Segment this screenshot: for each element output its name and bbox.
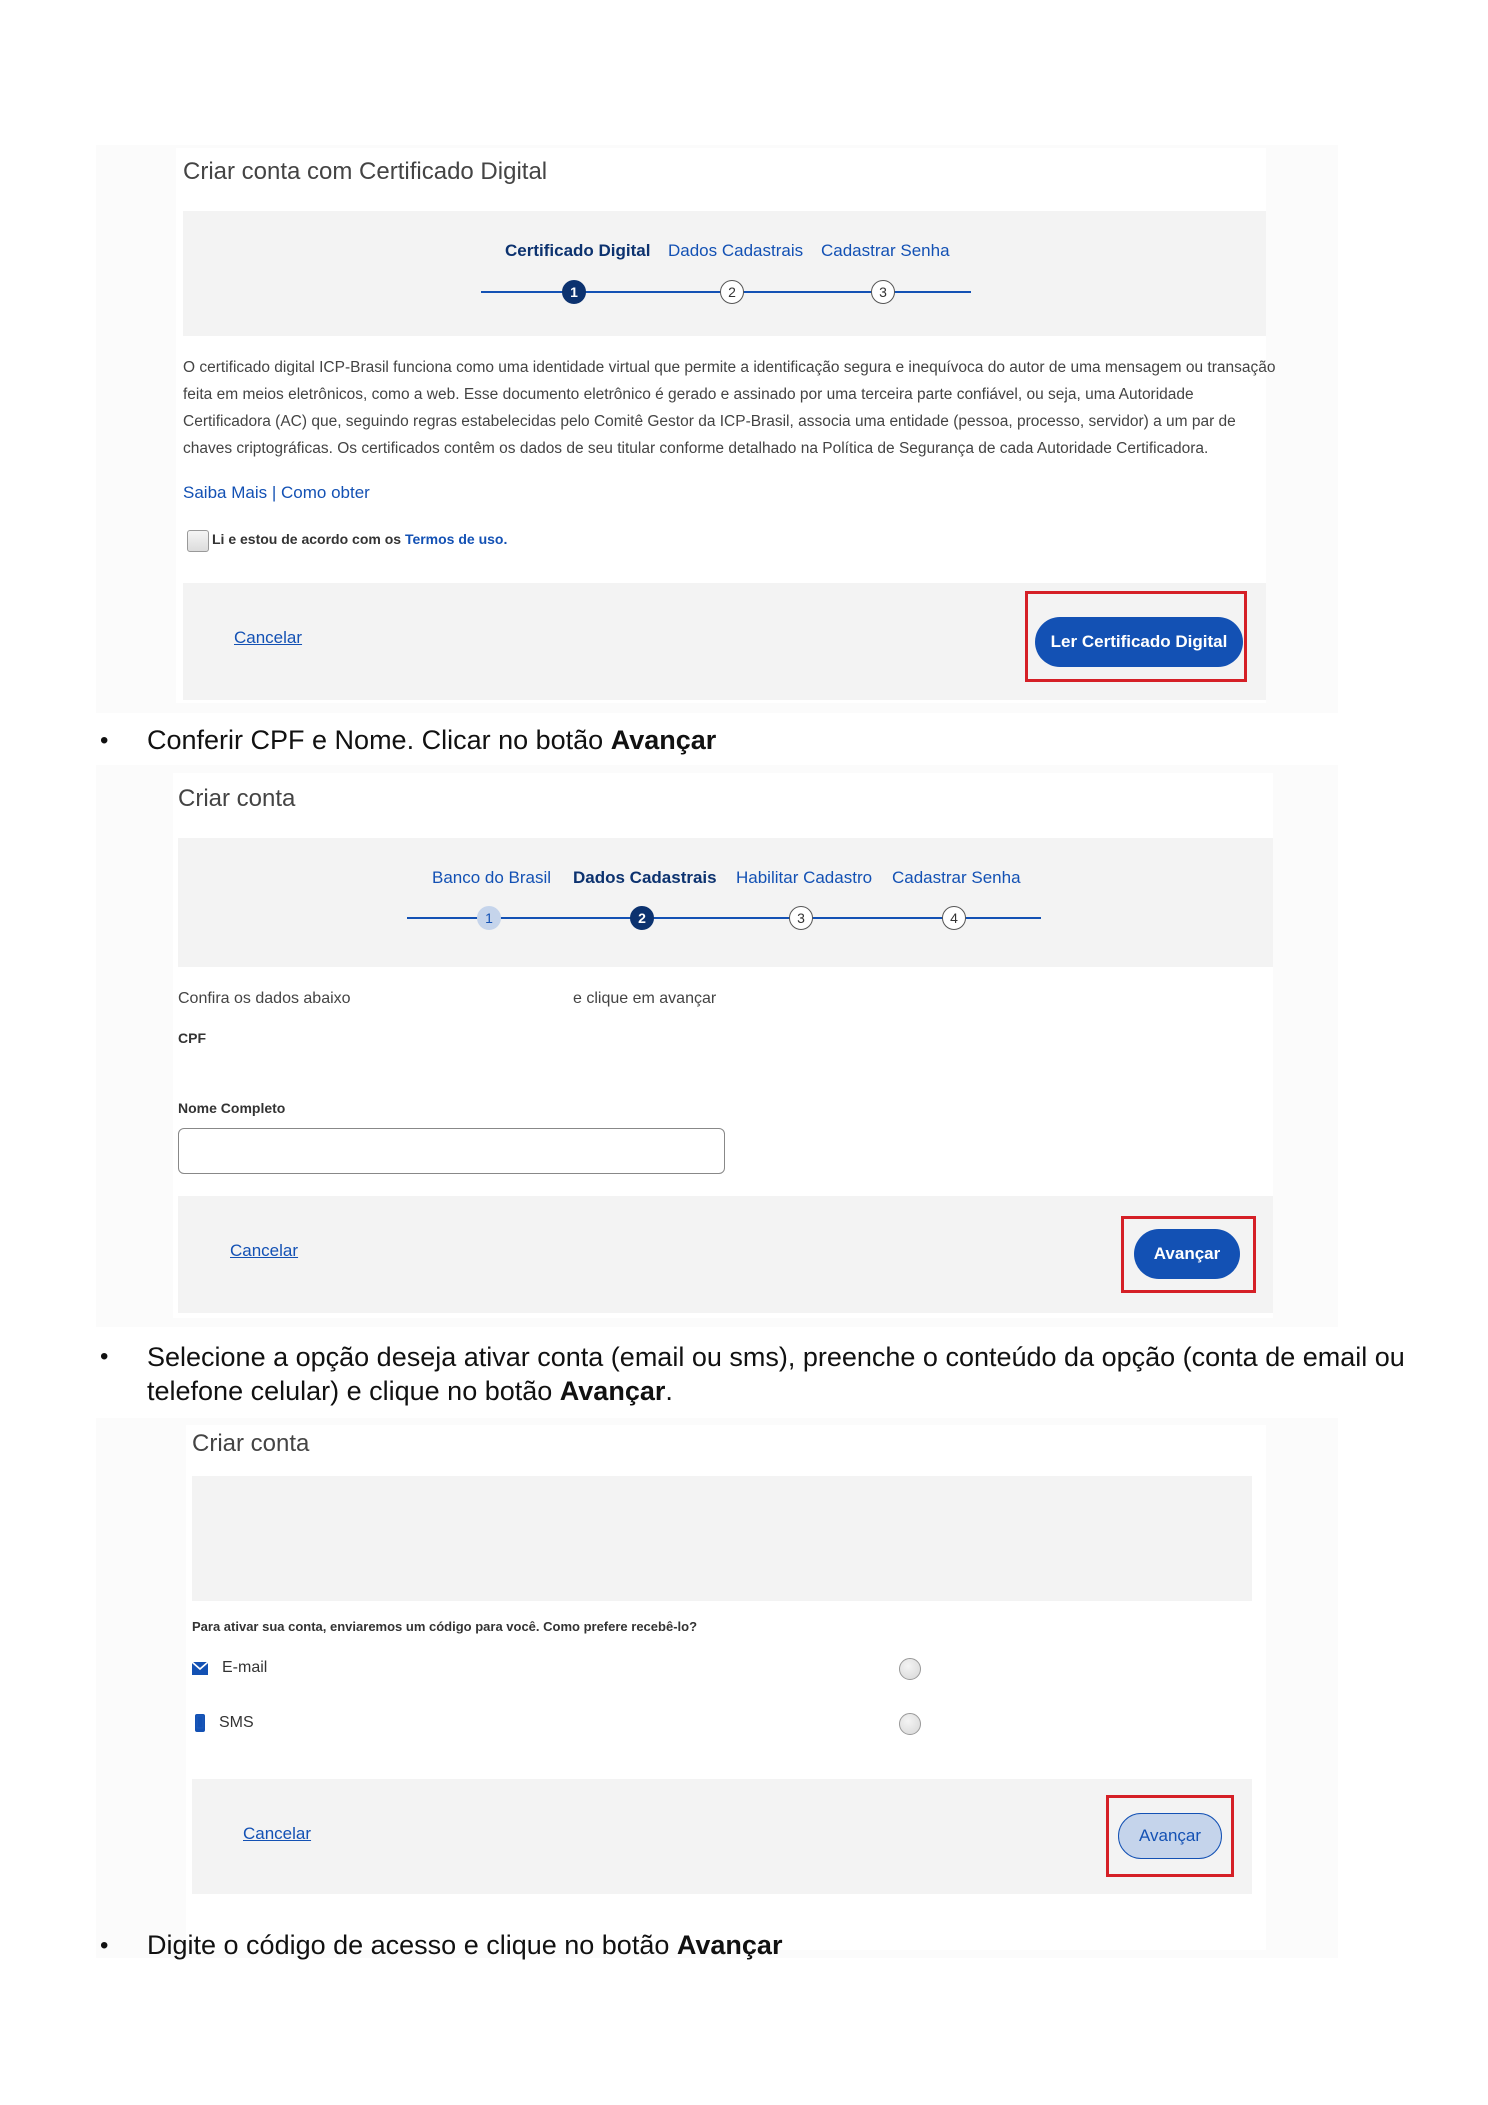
instruction-normal: telefone celular) e clique no botão (147, 1376, 553, 1406)
link-separator: | (271, 483, 277, 502)
step-circle-2: 2 (720, 280, 744, 304)
instruction-normal: Digite o código de acesso e clique no bo… (147, 1930, 670, 1960)
instruction-line-1: Selecione a opção deseja ativar conta (e… (147, 1342, 1405, 1372)
step-indicator: Banco do Brasil Dados Cadastrais Habilit… (178, 838, 1273, 967)
terms-checkbox[interactable] (187, 530, 209, 552)
option-email[interactable]: E-mail (192, 1654, 942, 1688)
step-dados-cadastrais: Dados Cadastrais (668, 241, 804, 260)
cancel-link[interactable]: Cancelar (234, 628, 302, 648)
step-circle-2: 2 (630, 906, 654, 930)
step-indicator-area (192, 1476, 1252, 1601)
envelope-icon (192, 1662, 208, 1675)
step-certificado-digital: Certificado Digital (505, 241, 651, 260)
como-obter-link[interactable]: Como obter (281, 483, 370, 502)
step-indicator: Certificado Digital Dados Cadastrais Cad… (183, 211, 1266, 336)
delivery-question: Para ativar sua conta, enviaremos um cód… (192, 1619, 698, 1634)
instruction-text: Conferir CPF e Nome. Clicar no botão Ava… (147, 725, 716, 756)
step-circle-3: 3 (789, 906, 813, 930)
instruction-bold: Avançar (559, 1376, 666, 1406)
panel1-footer: Cancelar Ler Certificado Digital (183, 583, 1266, 700)
step-circle-1: 1 (562, 280, 586, 304)
step-banco-do-brasil: Banco do Brasil (432, 868, 552, 887)
avancar-button-disabled[interactable]: Avançar (1118, 1813, 1222, 1859)
description-line: chaves criptográficas. Os certificados c… (183, 440, 1209, 457)
instruction-text: Selecione a opção deseja ativar conta (e… (147, 1340, 1405, 1408)
bullet-dot: • (100, 1343, 109, 1370)
instruction-bold: Avançar (676, 1930, 783, 1960)
option-sms[interactable]: SMS (192, 1709, 942, 1743)
option-sms-label: SMS (219, 1714, 254, 1731)
nome-completo-label: Nome Completo (178, 1100, 286, 1116)
step-cadastrar-senha: Cadastrar Senha (892, 868, 1021, 887)
avancar-button[interactable]: Avançar (1134, 1229, 1240, 1279)
terms-label: Li e estou de acordo com os Termos de us… (212, 531, 507, 547)
nome-completo-input[interactable] (178, 1128, 725, 1174)
sms-radio[interactable] (899, 1713, 921, 1735)
step-circle-1: 1 (477, 906, 501, 930)
description-line: O certificado digital ICP-Brasil funcion… (183, 359, 1276, 376)
terms-of-use-link[interactable]: Termos de uso. (405, 531, 507, 547)
description-line: Certificadora (AC) que, seguindo regras … (183, 413, 1236, 430)
saiba-mais-link[interactable]: Saiba Mais (183, 483, 267, 502)
bullet-dot: • (100, 727, 109, 754)
info-links: Saiba Mais | Como obter (183, 479, 370, 506)
cpf-label: CPF (178, 1030, 206, 1046)
page-title: Criar conta (192, 1430, 310, 1457)
terms-prefix: Li e estou de acordo com os (212, 531, 402, 547)
cancel-link[interactable]: Cancelar (230, 1241, 298, 1261)
panel2-footer: Cancelar Avançar (178, 1196, 1273, 1313)
email-radio[interactable] (899, 1658, 921, 1680)
instruction-normal: Conferir CPF e Nome. Clicar no botão (147, 725, 604, 755)
step-circle-4: 4 (942, 906, 966, 930)
bullet-dot: • (100, 1932, 109, 1959)
instruction-bold: Avançar (610, 725, 717, 755)
instruction-suffix: . (665, 1376, 673, 1406)
cancel-link[interactable]: Cancelar (243, 1824, 311, 1844)
page-title: Criar conta com Certificado Digital (183, 158, 548, 185)
instruction-text: Digite o código de acesso e clique no bo… (147, 1930, 782, 1961)
instruction-line-2: telefone celular) e clique no botão Avan… (147, 1374, 1405, 1408)
panel3-footer: Cancelar Avançar (192, 1779, 1252, 1894)
certificado-description: O certificado digital ICP-Brasil funcion… (183, 354, 1276, 462)
step-habilitar-cadastro: Habilitar Cadastro (736, 868, 873, 887)
step-cadastrar-senha: Cadastrar Senha (821, 241, 950, 260)
page-title: Criar conta (178, 785, 296, 812)
mobile-phone-icon (195, 1714, 205, 1732)
step-dados-cadastrais: Dados Cadastrais (573, 868, 717, 887)
step-circle-3: 3 (871, 280, 895, 304)
confirm-text-right: e clique em avançar (573, 990, 717, 1007)
description-line: feita em meios eletrônicos, como a web. … (183, 386, 1194, 403)
confirm-text-left: Confira os dados abaixo (178, 990, 351, 1007)
ler-certificado-digital-button[interactable]: Ler Certificado Digital (1035, 617, 1243, 667)
option-email-label: E-mail (222, 1659, 268, 1676)
